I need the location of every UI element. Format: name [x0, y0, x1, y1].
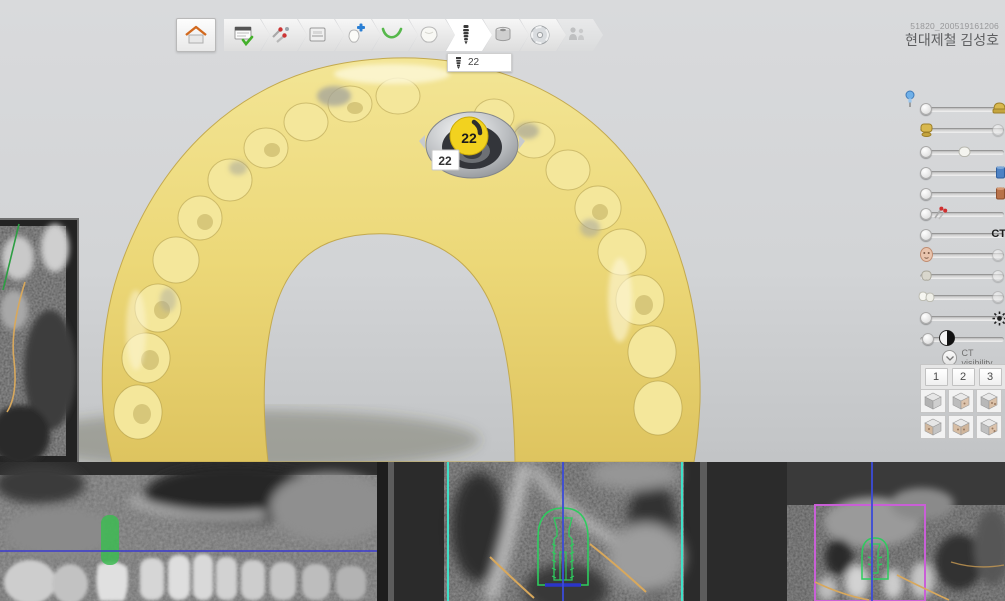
slider-teeth[interactable]: [920, 290, 1004, 304]
maxilla-scan-icon: [991, 100, 1005, 117]
dropdown-tooth-number: 22: [468, 57, 479, 68]
visibility-sidebar: CT: [900, 88, 1005, 438]
slider-knob[interactable]: [992, 124, 1004, 136]
crown-white-icon: [956, 143, 973, 160]
existing-crown-xray: [96, 561, 128, 601]
view-preset-thumbnail-4[interactable]: [920, 415, 946, 439]
maxilla-scan-model[interactable]: [102, 58, 700, 462]
panoramic-xray-panel[interactable]: [0, 462, 388, 601]
slider-knob[interactable]: [920, 167, 932, 179]
contrast-icon: [938, 329, 955, 346]
slider-knob[interactable]: [992, 249, 1004, 261]
panel-separator: [700, 462, 707, 601]
view-preset-thumbnail-1[interactable]: [920, 389, 946, 413]
cd-disc-icon: [528, 23, 552, 47]
left-ct-slice-panel[interactable]: [0, 218, 79, 462]
pin-icon[interactable]: [903, 90, 917, 108]
slice-count-button-2[interactable]: 2: [952, 368, 975, 386]
slider-sleeve[interactable]: [920, 166, 1004, 180]
view-preset-thumbnail-2[interactable]: [948, 389, 974, 413]
view-preset-thumbnail-3[interactable]: [976, 389, 1002, 413]
slider-face-soft-tissue[interactable]: [920, 248, 1004, 262]
view-preset-thumbnail-5[interactable]: [948, 415, 974, 439]
slider-knob[interactable]: [920, 208, 932, 220]
patient-info-icon: [232, 23, 256, 47]
slider-knob[interactable]: [920, 188, 932, 200]
slider-knob[interactable]: [920, 312, 932, 324]
implant-planning-app: 22 22: [0, 0, 1005, 601]
bone-gray-icon: [918, 267, 935, 284]
marker-disc-label: 22: [461, 130, 477, 146]
implant-overlay-green[interactable]: [101, 515, 119, 565]
slider-brightness[interactable]: [920, 311, 1004, 325]
mandible-model-icon: [918, 121, 935, 138]
tangential-section-panel[interactable]: [707, 462, 1005, 601]
implant-screw-mini-icon: [455, 57, 462, 69]
home-button[interactable]: [176, 18, 216, 52]
sleeve-blue-icon: [992, 164, 1005, 181]
ct-panel-row: [0, 462, 1005, 601]
slider-crown[interactable]: [920, 145, 1004, 159]
slider-screws[interactable]: [920, 207, 1004, 221]
face-skin-icon: [918, 246, 935, 263]
slider-mandible-model[interactable]: [920, 123, 1004, 137]
slider-contrast[interactable]: [920, 332, 1004, 346]
toolbar-step-patient-info[interactable]: [224, 19, 270, 51]
brightness-icon: [992, 311, 1005, 328]
screws-red-icon: [932, 205, 949, 222]
patient-name: 현대제철 김성호: [905, 32, 999, 48]
crown-icon: [417, 23, 441, 47]
implant-parts-icon: [269, 23, 293, 47]
patient-id: 51820_200519161206: [905, 22, 999, 32]
cross-section-panel[interactable]: [394, 462, 700, 601]
slider-maxilla-scan[interactable]: [920, 102, 1004, 116]
slice-count-button-1[interactable]: 1: [925, 368, 948, 386]
patient-info-block: 51820_200519161206 현대제철 김성호: [905, 22, 999, 48]
slider-ct-opacity[interactable]: CT: [920, 228, 1004, 242]
slice-count-button-3[interactable]: 3: [979, 368, 1002, 386]
marker-tag-label: 22: [438, 154, 452, 168]
ct-slider-label: CT: [991, 228, 1005, 240]
slider-knob[interactable]: [920, 146, 932, 158]
abutment-icon: [491, 23, 515, 47]
marker-tag: 22: [432, 150, 459, 170]
slider-knob[interactable]: [992, 291, 1004, 303]
slider-knob[interactable]: [920, 103, 932, 115]
view-preset-grid: [920, 389, 1004, 439]
slice-count-buttons: 1 2 3: [920, 364, 1005, 390]
tooth-number-dropdown[interactable]: 22: [447, 53, 512, 72]
slider-knob[interactable]: [992, 270, 1004, 282]
slider-bone[interactable]: [920, 269, 1004, 283]
scan-box-icon: [306, 23, 330, 47]
teeth-white-icon: [917, 288, 934, 305]
tooth-plus-icon: [343, 23, 367, 47]
abutment-copper-icon: [992, 185, 1005, 202]
people-icon: [565, 23, 589, 47]
implant-screw-icon: [454, 23, 478, 47]
home-icon: [184, 25, 208, 45]
view-preset-thumbnail-6[interactable]: [976, 415, 1002, 439]
arch-curve-icon: [380, 23, 404, 47]
workflow-toolbar: [176, 18, 603, 52]
slider-knob[interactable]: [920, 229, 932, 241]
slider-abutment[interactable]: [920, 187, 1004, 201]
slider-knob[interactable]: [922, 333, 934, 345]
